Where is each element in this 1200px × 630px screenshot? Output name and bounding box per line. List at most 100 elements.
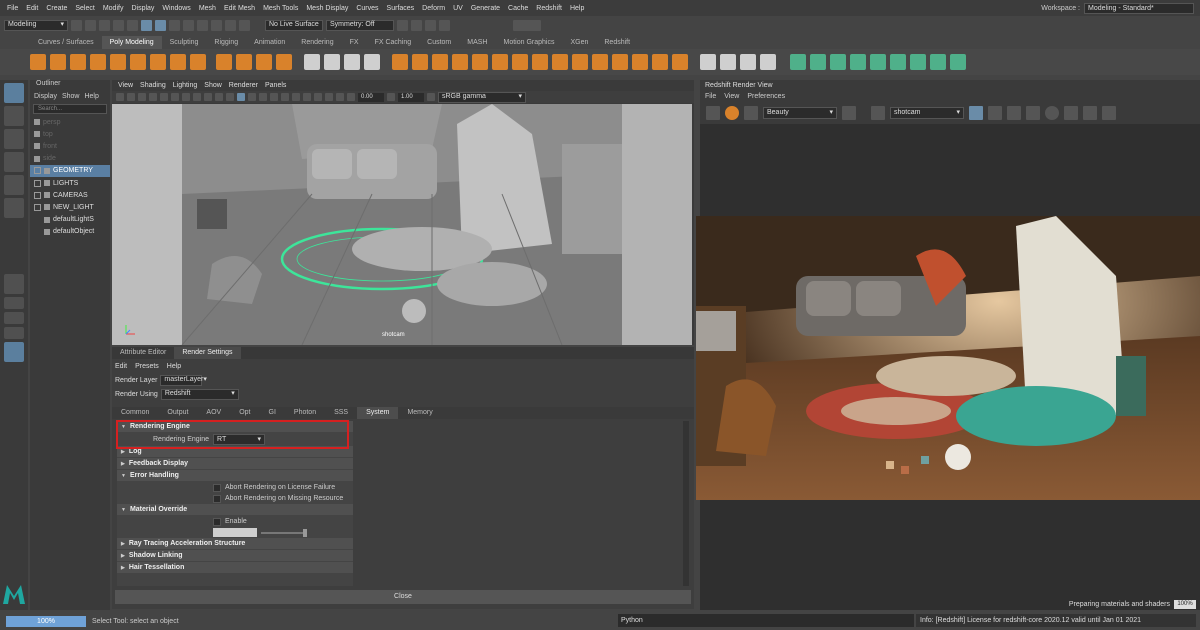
render-using-select[interactable]: Redshift ▾: [160, 388, 239, 400]
bevel-icon[interactable]: [452, 54, 468, 70]
tab-attribute-editor[interactable]: Attribute Editor: [112, 347, 174, 359]
shelf-tab[interactable]: Curves / Surfaces: [30, 36, 102, 49]
menu-deform[interactable]: Deform: [418, 5, 449, 12]
shelf-tab-active[interactable]: Poly Modeling: [101, 36, 162, 49]
tab-render-settings[interactable]: Render Settings: [174, 347, 241, 359]
lasso-tool-icon[interactable]: [4, 106, 24, 126]
layout-outliner-icon[interactable]: [4, 327, 24, 339]
smooth-shade-icon[interactable]: [237, 93, 245, 101]
mash-icon[interactable]: [304, 54, 320, 70]
multi-cut-icon[interactable]: [700, 54, 716, 70]
override-color-swatch[interactable]: [213, 528, 257, 537]
shelf-tab[interactable]: Custom: [419, 36, 459, 49]
aov-select[interactable]: Beauty ▾: [763, 107, 837, 119]
shelf-tab[interactable]: Animation: [246, 36, 293, 49]
section-ray-tracing[interactable]: ▶ Ray Tracing Acceleration Structure: [117, 538, 353, 549]
viewport-menu-panels[interactable]: Panels: [265, 82, 286, 89]
circularize-icon[interactable]: [592, 54, 608, 70]
poly-torus-icon[interactable]: [110, 54, 126, 70]
detach-icon[interactable]: [652, 54, 668, 70]
select-hierarchy-icon[interactable]: [141, 19, 152, 31]
new-scene-icon[interactable]: [71, 19, 82, 31]
menuset-select[interactable]: Modeling ▾: [4, 19, 68, 31]
view-transform-select[interactable]: sRGB gamma ▾: [438, 91, 526, 103]
sign-in-icon[interactable]: [513, 19, 541, 31]
camera-select[interactable]: shotcam ▾: [890, 107, 964, 119]
shadows-icon[interactable]: [270, 93, 278, 101]
shelf-tab[interactable]: Rigging: [206, 36, 246, 49]
quad-draw-icon[interactable]: [740, 54, 756, 70]
render-layer-select[interactable]: masterLayer ▾: [160, 374, 207, 386]
gamma-field[interactable]: 1.00: [398, 92, 424, 102]
mirror-icon[interactable]: [324, 54, 340, 70]
outliner-menu-help[interactable]: Help: [84, 93, 98, 100]
menu-generate[interactable]: Generate: [467, 5, 504, 12]
expand-icon[interactable]: [34, 191, 41, 199]
shelf-tab[interactable]: MASH: [459, 36, 495, 49]
menu-redshift[interactable]: Redshift: [532, 5, 566, 12]
menu-mesh[interactable]: Mesh: [195, 5, 220, 12]
settings-icon[interactable]: [1064, 106, 1078, 120]
type-tool-icon[interactable]: [256, 54, 272, 70]
save-image-icon[interactable]: [706, 106, 720, 120]
outliner-item-selected[interactable]: GEOMETRY: [30, 164, 110, 177]
render-start-icon[interactable]: [725, 106, 739, 120]
wireframe-icon[interactable]: [226, 93, 234, 101]
collapse-icon[interactable]: [612, 54, 628, 70]
section-error-handling[interactable]: ▼ Error Handling: [117, 470, 353, 481]
rgb-channel-icon[interactable]: [842, 106, 856, 120]
outliner-item[interactable]: defaultLightS: [30, 214, 110, 226]
grid-icon[interactable]: [160, 93, 168, 101]
menu-mesh-tools[interactable]: Mesh Tools: [259, 5, 302, 12]
subtab-aov[interactable]: AOV: [197, 407, 230, 419]
camera-select-icon[interactable]: [116, 93, 124, 101]
viewport-menu-view[interactable]: View: [118, 82, 133, 89]
settings-scrollbar[interactable]: [683, 421, 689, 586]
poke-icon[interactable]: [552, 54, 568, 70]
crop-region-icon[interactable]: [871, 106, 885, 120]
delete-history-icon[interactable]: [950, 54, 966, 70]
shelf-tab[interactable]: Rendering: [293, 36, 341, 49]
close-button[interactable]: Close: [115, 590, 691, 604]
subtab-gi[interactable]: GI: [260, 407, 285, 419]
smooth-icon[interactable]: [392, 54, 408, 70]
xray-joints-icon[interactable]: [325, 93, 333, 101]
command-line-input[interactable]: Python: [618, 614, 914, 627]
svg-tool-icon[interactable]: [276, 54, 292, 70]
append-icon[interactable]: [472, 54, 488, 70]
unfold-uv-icon[interactable]: [890, 54, 906, 70]
lock-camera-icon[interactable]: [969, 106, 983, 120]
expand-icon[interactable]: [34, 167, 41, 175]
workspace-select[interactable]: Modeling - Standard*: [1084, 2, 1194, 14]
anti-alias-icon[interactable]: [292, 93, 300, 101]
snap-point-icon[interactable]: [211, 19, 222, 31]
outliner-item[interactable]: CAMERAS: [30, 189, 110, 201]
poly-sphere-icon[interactable]: [30, 54, 46, 70]
lights-icon[interactable]: [259, 93, 267, 101]
layout-two-icon[interactable]: [4, 312, 24, 324]
super-shape-icon[interactable]: [190, 54, 206, 70]
menu-edit-mesh[interactable]: Edit Mesh: [220, 5, 259, 12]
abort-missing-checkbox[interactable]: [213, 494, 221, 503]
outliner-item[interactable]: defaultObject: [30, 226, 110, 238]
menu-curves[interactable]: Curves: [352, 5, 382, 12]
gamma-icon[interactable]: [387, 93, 395, 101]
rotate-tool-icon[interactable]: [4, 175, 24, 195]
snowflake-icon[interactable]: [1026, 106, 1040, 120]
gate-mask-icon[interactable]: [193, 93, 201, 101]
subtab-memory[interactable]: Memory: [398, 407, 441, 419]
menu-uv[interactable]: UV: [449, 5, 467, 12]
select-object-icon[interactable]: [155, 19, 166, 31]
isolate-select-icon[interactable]: [303, 93, 311, 101]
shelf-tab[interactable]: FX Caching: [367, 36, 420, 49]
menu-modify[interactable]: Modify: [99, 5, 128, 12]
xray-icon[interactable]: [314, 93, 322, 101]
shelf-tab[interactable]: XGen: [562, 36, 596, 49]
snap-grid-icon[interactable]: [183, 19, 194, 31]
bridge-icon[interactable]: [432, 54, 448, 70]
outliner-item[interactable]: top: [30, 128, 110, 140]
menu-windows[interactable]: Windows: [158, 5, 194, 12]
menu-surfaces[interactable]: Surfaces: [383, 5, 419, 12]
rs-menu-presets[interactable]: Presets: [135, 363, 159, 370]
tone-icon[interactable]: [1102, 106, 1116, 120]
